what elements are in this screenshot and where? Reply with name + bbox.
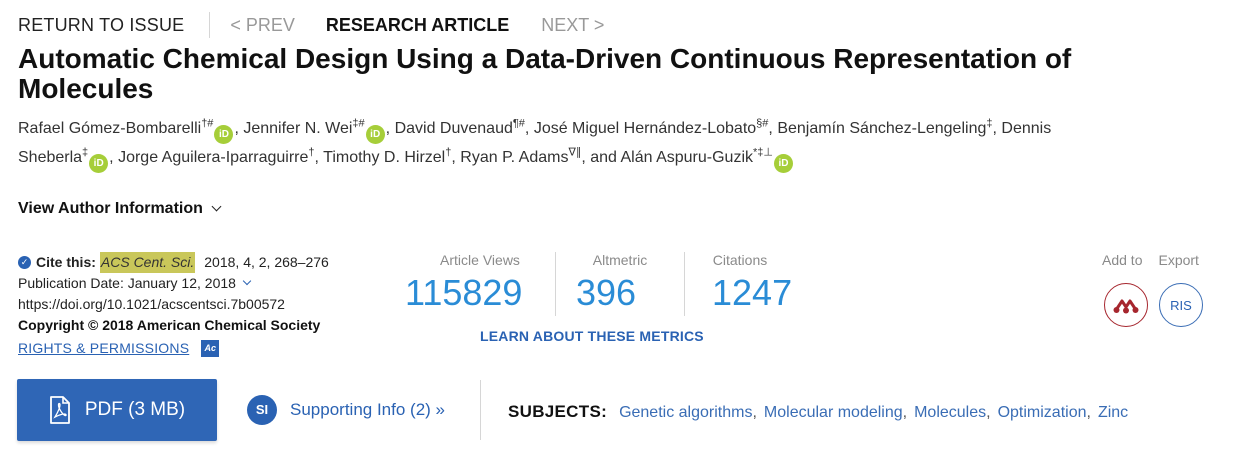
rightslink-icon[interactable]: Ac — [201, 340, 220, 357]
subject-separator: , — [986, 404, 991, 421]
metric-article-views: Article Views 115829 — [405, 252, 555, 316]
citations-value: 1247 — [712, 272, 793, 313]
subject-link[interactable]: Genetic algorithms — [619, 404, 752, 422]
publication-date-toggle[interactable]: Publication Date: January 12, 2018 — [18, 273, 329, 294]
return-to-issue-link[interactable]: RETURN TO ISSUE — [18, 15, 184, 36]
subject-separator: , — [752, 404, 757, 421]
author-name[interactable]: Jorge Aguilera-Iparraguirre — [118, 149, 308, 166]
orcid-icon[interactable]: iD — [89, 154, 109, 173]
nav-divider — [209, 12, 211, 38]
learn-about-metrics-link[interactable]: LEARN ABOUT THESE METRICS — [480, 328, 704, 344]
author-name[interactable]: José Miguel Hernández-Lobato — [534, 120, 756, 137]
author-affiliation-marks: ∇∥ — [568, 146, 582, 159]
next-article-link[interactable]: NEXT > — [541, 15, 604, 36]
subjects-row: SUBJECTS: Genetic algorithms, Molecular m… — [508, 402, 1128, 422]
author-separator: , — [524, 120, 530, 137]
citations-label: Citations — [712, 252, 768, 268]
mendeley-icon — [1113, 299, 1139, 314]
metric-altmetric[interactable]: Altmetric 396 — [556, 252, 684, 316]
author-list: Rafael Gómez-Bombarelli†#iD, Jennifer N.… — [18, 115, 1118, 173]
supporting-info-label: Supporting Info (2) » — [290, 400, 445, 419]
author-name[interactable]: Timothy D. Hirzel — [323, 149, 445, 166]
cite-this-label[interactable]: Cite this: — [36, 252, 96, 273]
section-divider — [480, 380, 481, 440]
subject-link[interactable]: Zinc — [1098, 404, 1128, 422]
article-nav: RETURN TO ISSUE < PREV RESEARCH ARTICLE … — [18, 12, 604, 38]
article-views-value: 115829 — [405, 272, 523, 313]
author-separator: , — [385, 120, 391, 137]
pdf-download-button[interactable]: PDF (3 MB) — [17, 379, 217, 441]
author-name[interactable]: David Duvenaud — [395, 120, 513, 137]
add-to-mendeley-button[interactable] — [1104, 283, 1148, 327]
chevron-down-icon — [242, 276, 252, 286]
subject-link[interactable]: Optimization — [998, 404, 1087, 422]
pdf-button-label: PDF (3 MB) — [84, 399, 186, 420]
article-metrics: Article Views 115829 Altmetric 396 Citat… — [405, 252, 795, 316]
article-views-label: Article Views — [440, 252, 520, 268]
pdf-file-icon — [49, 396, 70, 424]
author-affiliation-marks: §# — [756, 117, 769, 130]
subject-link[interactable]: Molecular modeling — [764, 404, 903, 422]
author-affiliation-marks: †# — [201, 117, 214, 130]
prev-article-link[interactable]: < PREV — [230, 15, 295, 36]
orcid-icon[interactable]: iD — [365, 125, 385, 144]
author-name[interactable]: Ryan P. Adams — [460, 149, 568, 166]
subjects-label: SUBJECTS: — [508, 402, 608, 421]
article-type-label: RESEARCH ARTICLE — [325, 14, 510, 35]
copyright-notice: Copyright © 2018 American Chemical Socie… — [18, 317, 321, 333]
metric-citations[interactable]: Citations 1247 — [685, 252, 795, 316]
author-separator: , — [314, 149, 319, 166]
doi-link[interactable]: https://doi.org/10.1021/acscentsci.7b005… — [18, 294, 329, 315]
check-circle-icon: ✓ — [18, 256, 31, 269]
author-separator: , — [109, 149, 114, 166]
author-name[interactable]: Jennifer N. Wei — [243, 120, 352, 137]
si-badge-icon: SI — [247, 395, 277, 425]
article-title: Automatic Chemical Design Using a Data-D… — [18, 43, 1072, 104]
article-tools: Add to Export RIS — [1102, 252, 1203, 327]
chevron-down-icon — [211, 201, 222, 212]
journal-name: ACS Cent. Sci. — [99, 252, 196, 273]
ris-label: RIS — [1170, 297, 1192, 313]
author-separator: , and — [581, 149, 617, 166]
altmetric-label: Altmetric — [592, 252, 648, 268]
author-separator: , — [451, 149, 456, 166]
author-separator: , — [234, 120, 239, 137]
author-affiliation-marks: ‡# — [352, 117, 365, 130]
export-label: Export — [1158, 252, 1199, 268]
view-author-label: View Author Information — [18, 200, 203, 217]
altmetric-value: 396 — [576, 272, 637, 313]
subject-separator: , — [1086, 404, 1091, 421]
export-ris-button[interactable]: RIS — [1159, 283, 1203, 327]
author-name[interactable]: Alán Aspuru-Guzik — [621, 149, 754, 166]
author-affiliation-marks: ‡ — [82, 146, 89, 159]
supporting-info-link[interactable]: SI Supporting Info (2) » — [247, 395, 445, 425]
publication-date: Publication Date: January 12, 2018 — [18, 275, 236, 291]
citation-block: ✓ Cite this: ACS Cent. Sci. 2018, 4, 2, … — [18, 252, 329, 359]
orcid-icon[interactable]: iD — [774, 154, 793, 173]
view-author-information-toggle[interactable]: View Author Information — [18, 200, 222, 218]
subject-link[interactable]: Molecules — [914, 404, 986, 422]
citation-details: 2018, 4, 2, 268–276 — [204, 254, 329, 270]
author-name[interactable]: Rafael Gómez-Bombarelli — [18, 120, 201, 137]
author-separator: , — [992, 120, 997, 137]
orcid-icon[interactable]: iD — [214, 125, 234, 144]
author-name[interactable]: Benjamín Sánchez-Lengeling — [777, 120, 986, 137]
author-separator: , — [768, 120, 773, 137]
author-affiliation-marks: *‡⊥ — [753, 146, 773, 159]
add-to-label: Add to — [1102, 252, 1143, 268]
subject-separator: , — [902, 404, 908, 421]
rights-permissions-link[interactable]: RIGHTS & PERMISSIONS — [18, 338, 189, 359]
author-affiliation-marks: ¶# — [512, 117, 525, 130]
